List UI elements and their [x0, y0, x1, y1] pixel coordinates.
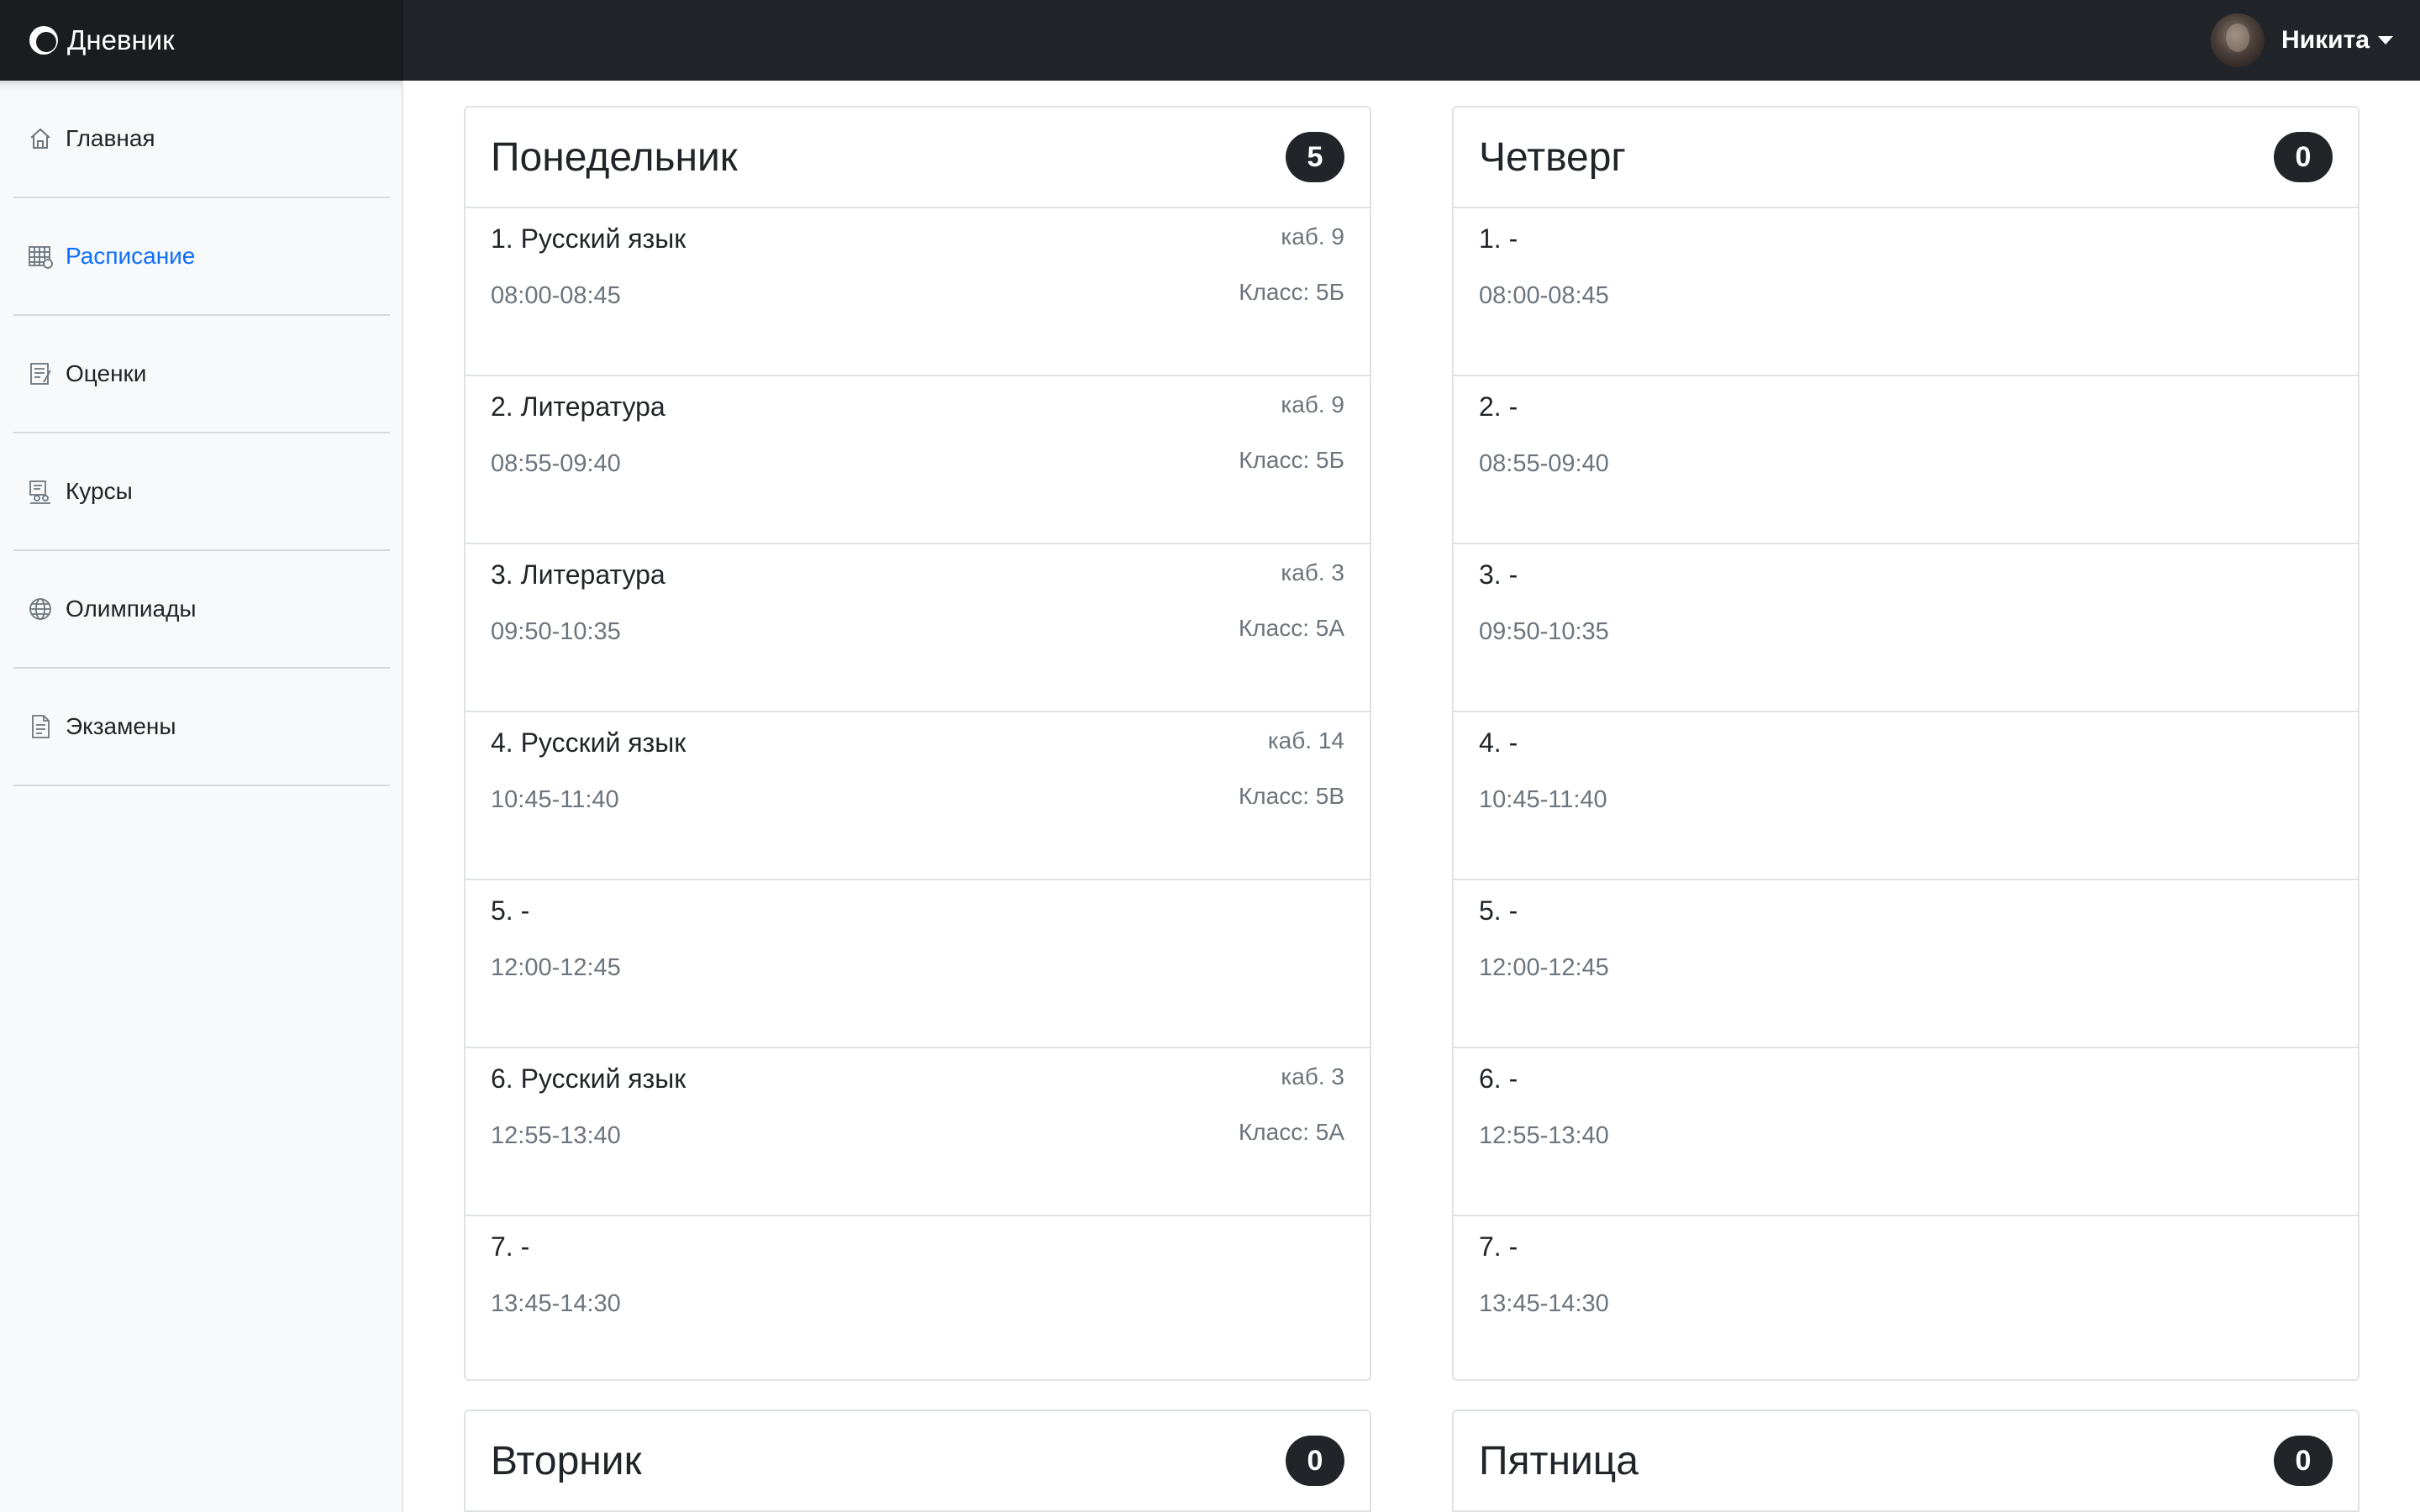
- day-card-header: Вторник 0: [466, 1411, 1370, 1512]
- lesson-class: Класс: 5Б: [1239, 447, 1344, 473]
- lesson-item[interactable]: 3. - 09:50-10:35: [1454, 544, 2358, 712]
- courses-icon: [29, 480, 50, 504]
- lesson-time: 09:50-10:35: [1479, 618, 1609, 645]
- day-title: Пятница: [1479, 1438, 1639, 1483]
- lesson-time: 08:55-09:40: [1479, 450, 1609, 477]
- lesson-title: 5. -: [491, 895, 530, 926]
- sidebar-item-label: Экзамены: [66, 713, 176, 739]
- lesson-time: 10:45-11:40: [1479, 786, 1607, 813]
- lesson-time: 13:45-14:30: [1479, 1290, 1609, 1317]
- globe-icon: [29, 598, 51, 620]
- sidebar-item-label: Оценки: [66, 360, 147, 386]
- lesson-item[interactable]: 7. - 13:45-14:30: [466, 1216, 1370, 1379]
- lesson-time: 08:00-08:45: [1479, 282, 1609, 309]
- lesson-item[interactable]: 4. - 10:45-11:40: [1454, 712, 2358, 880]
- lesson-title: 4. -: [1479, 727, 1518, 758]
- day-title: Вторник: [491, 1438, 642, 1483]
- lesson-title: 6. Русский язык: [491, 1063, 687, 1094]
- day-card-tuesday: Вторник 0: [464, 1410, 1371, 1512]
- home-icon: [30, 128, 50, 149]
- brand-name: Дневник: [67, 24, 175, 55]
- lesson-room: каб. 9: [1281, 391, 1344, 417]
- lesson-title: 5. -: [1479, 895, 1518, 926]
- lesson-class: Класс: 5А: [1238, 1119, 1344, 1145]
- brand-area: Дневник: [0, 0, 403, 81]
- sidebar-item-label: Олимпиады: [66, 596, 197, 622]
- lesson-room: каб. 9: [1281, 223, 1344, 249]
- day-card-friday: Пятница 0: [1452, 1410, 2360, 1512]
- lesson-item[interactable]: 1. - 08:00-08:45: [1454, 208, 2358, 376]
- lesson-class: Класс: 5Б: [1239, 279, 1344, 305]
- lesson-title: 2. -: [1479, 391, 1518, 422]
- lesson-time: 12:00-12:45: [491, 954, 621, 981]
- sidebar-item-exams[interactable]: Экзамены: [13, 669, 390, 786]
- lesson-item[interactable]: 4. Русский язык 10:45-11:40 каб. 14 Клас…: [466, 712, 1370, 880]
- day-card-monday: Понедельник 5 1. Русский язык 08:00-08:4…: [464, 106, 1371, 1381]
- lesson-time: 12:00-12:45: [1479, 954, 1609, 981]
- lesson-item[interactable]: 5. - 12:00-12:45: [466, 880, 1370, 1048]
- lesson-room: каб. 14: [1267, 727, 1344, 753]
- lesson-time: 13:45-14:30: [491, 1290, 621, 1317]
- lesson-title: 3. -: [1479, 559, 1518, 590]
- app-logo-icon: [29, 26, 58, 55]
- schedule-main: Понедельник 5 1. Русский язык 08:00-08:4…: [405, 81, 2420, 1512]
- user-menu[interactable]: Никита: [2211, 0, 2393, 81]
- lesson-class: Класс: 5В: [1238, 783, 1344, 809]
- lesson-time: 12:55-13:40: [1479, 1122, 1609, 1149]
- lesson-time: 12:55-13:40: [491, 1122, 621, 1149]
- lesson-time: 10:45-11:40: [491, 786, 619, 813]
- lesson-item[interactable]: 2. - 08:55-09:40: [1454, 376, 2358, 544]
- lesson-title: 4. Русский язык: [491, 727, 687, 758]
- sidebar-item-label: Главная: [66, 125, 155, 151]
- lesson-room: каб. 3: [1281, 1063, 1344, 1089]
- lesson-title: 3. Литература: [491, 559, 666, 590]
- lesson-count-badge: 0: [1286, 1436, 1344, 1486]
- grades-note-icon: [30, 363, 51, 385]
- sidebar-item-courses[interactable]: Курсы: [13, 433, 390, 551]
- sidebar-item-grades[interactable]: Оценки: [13, 316, 390, 433]
- lesson-title: 6. -: [1479, 1063, 1518, 1094]
- day-card-header: Понедельник 5: [466, 108, 1370, 208]
- day-title: Понедельник: [491, 134, 738, 180]
- sidebar-item-schedule[interactable]: Расписание: [13, 198, 390, 316]
- day-card-header: Пятница 0: [1454, 1411, 2358, 1512]
- lesson-title: 1. -: [1479, 223, 1518, 254]
- lesson-title: 7. -: [1479, 1231, 1518, 1262]
- lesson-room: каб. 3: [1281, 559, 1344, 585]
- sidebar-item-olympiads[interactable]: Олимпиады: [13, 551, 390, 669]
- lesson-time: 08:00-08:45: [491, 282, 621, 309]
- lesson-item[interactable]: 5. - 12:00-12:45: [1454, 880, 2358, 1048]
- lesson-item[interactable]: 6. - 12:55-13:40: [1454, 1048, 2358, 1216]
- chevron-down-icon: [2378, 36, 2393, 45]
- sidebar-item-label: Курсы: [66, 478, 133, 504]
- lesson-class: Класс: 5А: [1238, 615, 1344, 641]
- lesson-item[interactable]: 3. Литература 09:50-10:35 каб. 3 Класс: …: [466, 544, 1370, 712]
- day-title: Четверг: [1479, 134, 1626, 180]
- avatar[interactable]: [2211, 13, 2265, 67]
- lesson-item[interactable]: 6. Русский язык 12:55-13:40 каб. 3 Класс…: [466, 1048, 1370, 1216]
- lesson-title: 1. Русский язык: [491, 223, 687, 254]
- document-icon: [32, 715, 50, 738]
- lesson-time: 09:50-10:35: [491, 618, 621, 645]
- lesson-time: 08:55-09:40: [491, 450, 621, 477]
- sidebar-item-label: Расписание: [66, 243, 196, 269]
- lesson-item[interactable]: 7. - 13:45-14:30: [1454, 1216, 2358, 1379]
- lesson-title: 7. -: [491, 1231, 530, 1262]
- user-name: Никита: [2281, 26, 2370, 54]
- lesson-item[interactable]: 1. Русский язык 08:00-08:45 каб. 9 Класс…: [466, 208, 1370, 376]
- lesson-item[interactable]: 2. Литература 08:55-09:40 каб. 9 Класс: …: [466, 376, 1370, 544]
- lesson-count-badge: 0: [2274, 132, 2333, 182]
- day-card-header: Четверг 0: [1454, 108, 2358, 208]
- day-card-thursday: Четверг 0 1. - 08:00-08:45 2. - 08:55-09…: [1452, 106, 2360, 1381]
- lesson-count-badge: 0: [2274, 1436, 2333, 1486]
- lesson-count-badge: 5: [1286, 132, 1344, 182]
- top-navbar: Дневник Никита: [0, 0, 2420, 81]
- sidebar-item-home[interactable]: Главная: [13, 81, 390, 198]
- lesson-title: 2. Литература: [491, 391, 666, 422]
- sidebar: Главная Расписание Оценки Курсы Олимпиад…: [0, 81, 403, 1512]
- calendar-grid-icon: [29, 246, 53, 269]
- brand-link[interactable]: Дневник: [27, 0, 175, 81]
